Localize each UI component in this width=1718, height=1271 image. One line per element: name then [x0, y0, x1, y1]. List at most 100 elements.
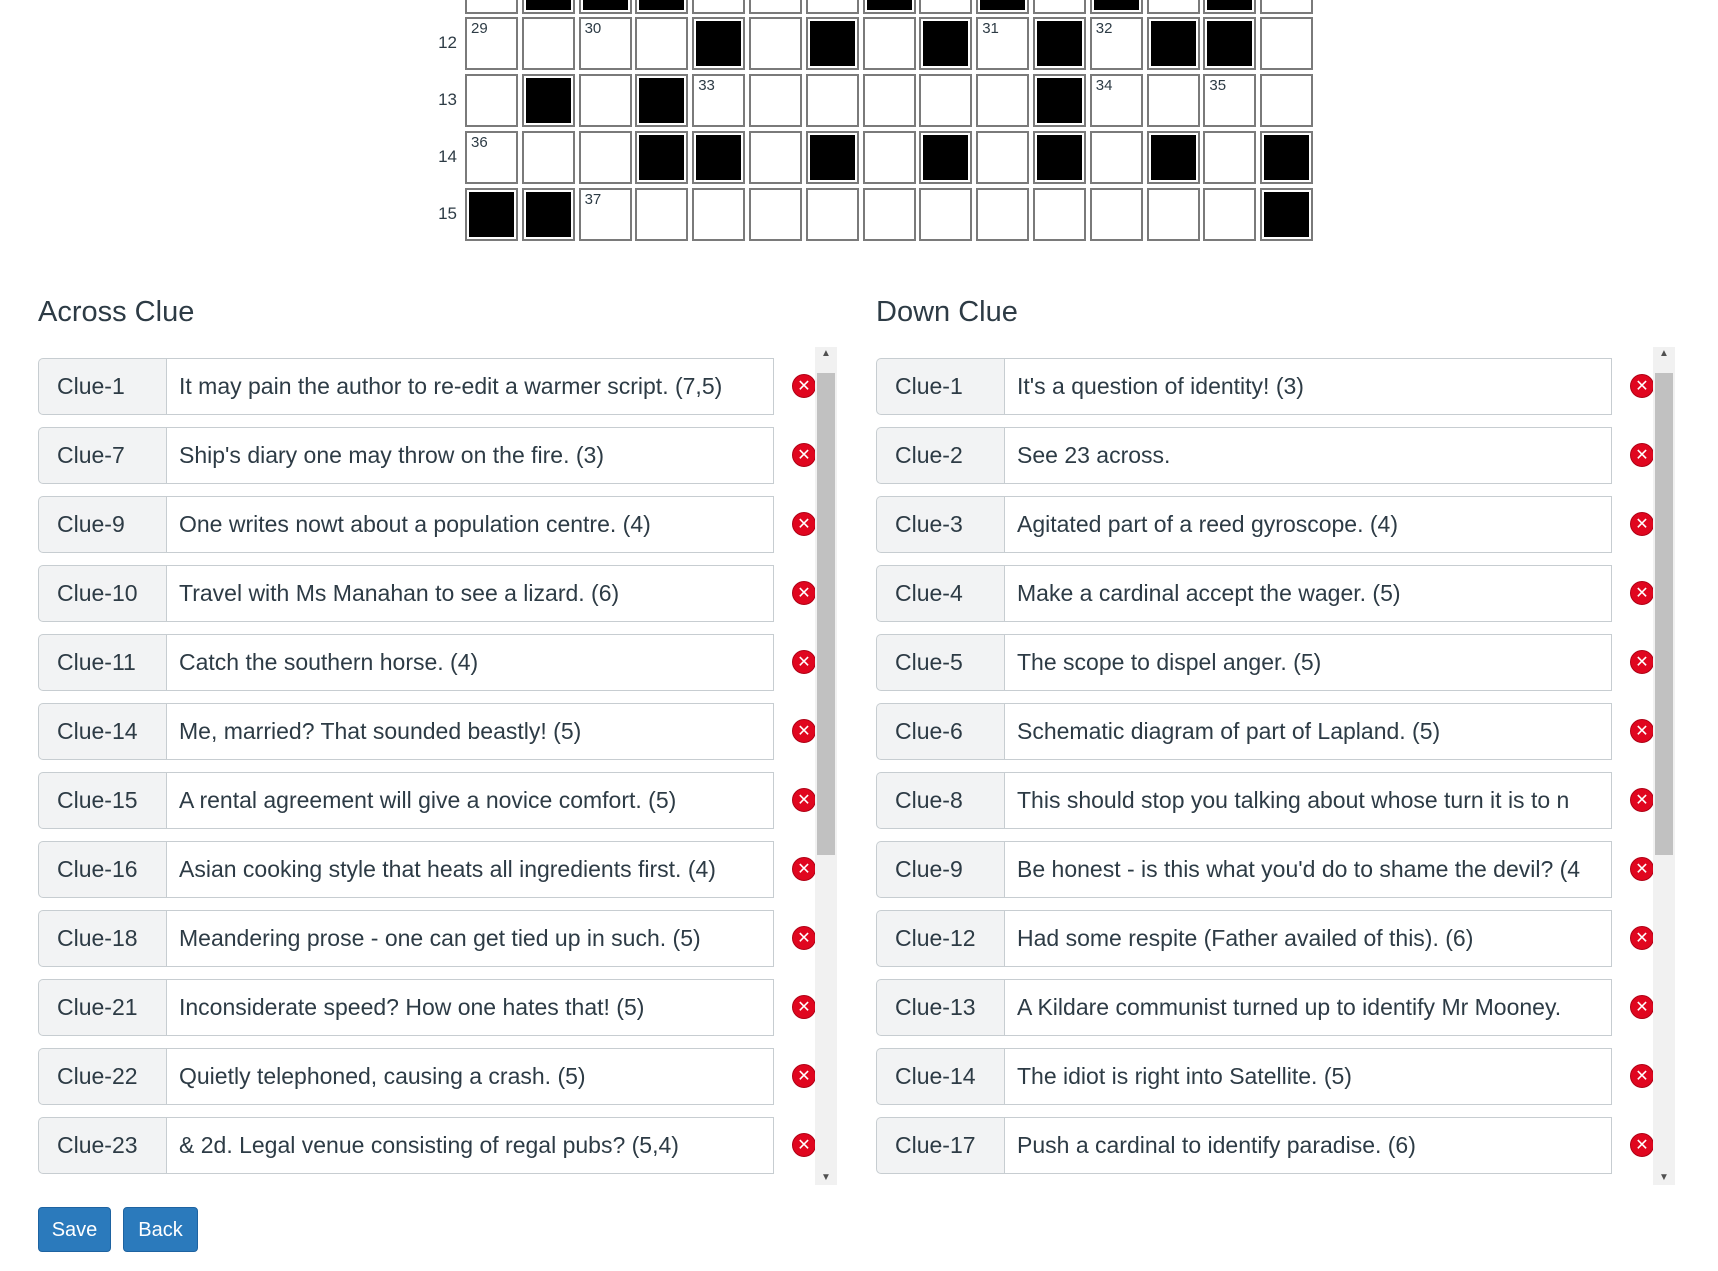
clue-text-input[interactable]: Inconsiderate speed? How one hates that!… — [166, 979, 774, 1036]
grid-cell[interactable] — [635, 17, 689, 70]
clue-text-input[interactable]: The idiot is right into Satellite. (5) — [1004, 1048, 1612, 1105]
delete-clue-icon[interactable]: ✕ — [1630, 374, 1654, 398]
grid-cell[interactable] — [521, 17, 575, 70]
clue-text-input[interactable]: Asian cooking style that heats all ingre… — [166, 841, 774, 898]
grid-cell[interactable] — [919, 188, 973, 241]
grid-cell[interactable] — [976, 188, 1030, 241]
delete-clue-icon[interactable]: ✕ — [792, 650, 816, 674]
grid-cell[interactable] — [521, 131, 575, 184]
delete-clue-icon[interactable]: ✕ — [792, 1064, 816, 1088]
delete-clue-icon[interactable]: ✕ — [792, 926, 816, 950]
delete-clue-icon[interactable]: ✕ — [1630, 443, 1654, 467]
clue-text-input[interactable]: See 23 across. — [1004, 427, 1612, 484]
grid-cell[interactable] — [1260, 17, 1314, 70]
delete-clue-icon[interactable]: ✕ — [792, 512, 816, 536]
grid-cell[interactable] — [1146, 0, 1200, 14]
grid-cell[interactable]: 31 — [976, 17, 1030, 70]
grid-cell[interactable] — [862, 74, 916, 127]
grid-cell[interactable] — [919, 74, 973, 127]
clue-text-input[interactable]: & 2d. Legal venue consisting of regal pu… — [166, 1117, 774, 1174]
delete-clue-icon[interactable]: ✕ — [1630, 995, 1654, 1019]
clue-text-input[interactable]: Ship's diary one may throw on the fire. … — [166, 427, 774, 484]
grid-cell[interactable] — [578, 131, 632, 184]
grid-cell[interactable] — [1033, 188, 1086, 241]
grid-cell[interactable] — [749, 188, 802, 241]
delete-clue-icon[interactable]: ✕ — [1630, 581, 1654, 605]
clue-text-input[interactable]: Travel with Ms Manahan to see a lizard. … — [166, 565, 774, 622]
clue-text-input[interactable]: Schematic diagram of part of Lapland. (5… — [1004, 703, 1612, 760]
grid-cell[interactable] — [1089, 131, 1143, 184]
grid-cell[interactable] — [749, 131, 802, 184]
grid-cell[interactable] — [862, 188, 916, 241]
clue-text-input[interactable]: Make a cardinal accept the wager. (5) — [1004, 565, 1612, 622]
grid-cell[interactable]: 32 — [1089, 17, 1143, 70]
clue-text-input[interactable]: It's a question of identity! (3) — [1004, 358, 1612, 415]
scroll-up-arrow-icon[interactable]: ▲ — [1653, 347, 1675, 361]
grid-cell[interactable] — [692, 188, 746, 241]
grid-cell[interactable]: 34 — [1089, 74, 1143, 127]
grid-cell[interactable] — [976, 74, 1030, 127]
grid-cell[interactable] — [805, 74, 859, 127]
grid-cell[interactable]: 37 — [578, 188, 632, 241]
grid-cell[interactable] — [1089, 188, 1143, 241]
down-scroll-thumb[interactable] — [1655, 373, 1673, 855]
delete-clue-icon[interactable]: ✕ — [1630, 719, 1654, 743]
grid-cell[interactable] — [1260, 0, 1314, 14]
delete-clue-icon[interactable]: ✕ — [1630, 512, 1654, 536]
grid-cell[interactable] — [578, 74, 632, 127]
grid-cell[interactable] — [692, 0, 746, 14]
scroll-up-arrow-icon[interactable]: ▲ — [815, 347, 837, 361]
grid-cell[interactable] — [919, 0, 973, 14]
grid-cell[interactable] — [1203, 188, 1257, 241]
grid-cell[interactable] — [862, 17, 916, 70]
grid-cell[interactable] — [1260, 74, 1314, 127]
grid-cell[interactable] — [635, 188, 689, 241]
grid-cell[interactable] — [805, 0, 859, 14]
delete-clue-icon[interactable]: ✕ — [792, 1133, 816, 1157]
grid-cell[interactable] — [1146, 74, 1200, 127]
delete-clue-icon[interactable]: ✕ — [792, 443, 816, 467]
delete-clue-icon[interactable]: ✕ — [792, 995, 816, 1019]
delete-clue-icon[interactable]: ✕ — [1630, 926, 1654, 950]
clue-text-input[interactable]: Agitated part of a reed gyroscope. (4) — [1004, 496, 1612, 553]
grid-cell[interactable]: 29 — [465, 17, 518, 70]
clue-text-input[interactable]: A Kildare communist turned up to identif… — [1004, 979, 1612, 1036]
delete-clue-icon[interactable]: ✕ — [1630, 1064, 1654, 1088]
across-scroll-thumb[interactable] — [817, 373, 835, 855]
grid-cell[interactable] — [1033, 0, 1086, 14]
grid-cell[interactable] — [805, 188, 859, 241]
grid-cell[interactable] — [976, 131, 1030, 184]
delete-clue-icon[interactable]: ✕ — [792, 719, 816, 743]
scroll-down-arrow-icon[interactable]: ▼ — [1653, 1171, 1675, 1185]
grid-cell[interactable]: 33 — [692, 74, 746, 127]
delete-clue-icon[interactable]: ✕ — [1630, 1133, 1654, 1157]
grid-cell[interactable]: 35 — [1203, 74, 1257, 127]
delete-clue-icon[interactable]: ✕ — [1630, 857, 1654, 881]
clue-text-input[interactable]: A rental agreement will give a novice co… — [166, 772, 774, 829]
grid-cell[interactable]: 30 — [578, 17, 632, 70]
grid-cell[interactable] — [465, 0, 518, 14]
clue-text-input[interactable]: The scope to dispel anger. (5) — [1004, 634, 1612, 691]
clue-text-input[interactable]: Me, married? That sounded beastly! (5) — [166, 703, 774, 760]
grid-cell[interactable]: 36 — [465, 131, 518, 184]
clue-text-input[interactable]: Quietly telephoned, causing a crash. (5) — [166, 1048, 774, 1105]
back-button[interactable]: Back — [123, 1207, 198, 1252]
clue-text-input[interactable]: One writes nowt about a population centr… — [166, 496, 774, 553]
clue-text-input[interactable]: Had some respite (Father availed of this… — [1004, 910, 1612, 967]
delete-clue-icon[interactable]: ✕ — [1630, 788, 1654, 812]
across-scrollbar[interactable]: ▲ ▼ — [815, 347, 837, 1185]
clue-text-input[interactable]: Meandering prose - one can get tied up i… — [166, 910, 774, 967]
clue-text-input[interactable]: Catch the southern horse. (4) — [166, 634, 774, 691]
clue-text-input[interactable]: It may pain the author to re-edit a warm… — [166, 358, 774, 415]
delete-clue-icon[interactable]: ✕ — [792, 857, 816, 881]
clue-text-input[interactable]: This should stop you talking about whose… — [1004, 772, 1612, 829]
delete-clue-icon[interactable]: ✕ — [792, 788, 816, 812]
down-scrollbar[interactable]: ▲ ▼ — [1653, 347, 1675, 1185]
save-button[interactable]: Save — [38, 1207, 111, 1252]
delete-clue-icon[interactable]: ✕ — [792, 581, 816, 605]
grid-cell[interactable] — [1203, 131, 1257, 184]
delete-clue-icon[interactable]: ✕ — [792, 374, 816, 398]
grid-cell[interactable] — [862, 131, 916, 184]
grid-cell[interactable] — [749, 0, 802, 14]
delete-clue-icon[interactable]: ✕ — [1630, 650, 1654, 674]
